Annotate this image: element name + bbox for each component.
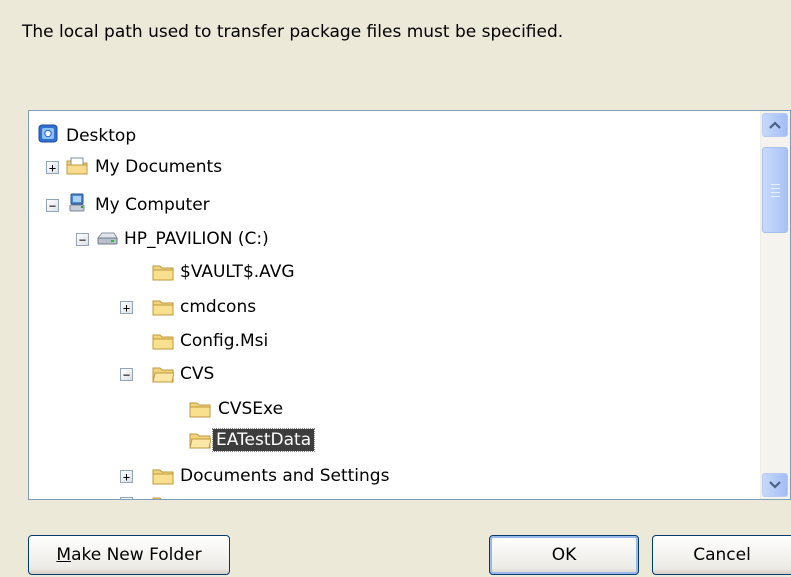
folder-icon <box>189 402 211 418</box>
computer-icon <box>69 193 85 212</box>
tree-item-vault-avg[interactable]: $VAULT$.AVG <box>29 256 759 288</box>
ok-button[interactable]: OK <box>489 535 639 575</box>
folder-icon <box>152 265 174 281</box>
folder-open-icon <box>152 367 174 383</box>
tree-item-config-msi[interactable]: Config.Msi <box>29 325 759 357</box>
tree-item-cvs[interactable]: − CVS <box>29 358 759 390</box>
tree-item-cvsexe[interactable]: CVSExe <box>29 393 759 425</box>
collapse-icon[interactable]: − <box>76 233 89 246</box>
chevron-up-icon <box>769 121 781 129</box>
folder-open-icon <box>189 433 211 449</box>
expand-icon[interactable]: + <box>120 301 133 314</box>
collapse-icon[interactable]: − <box>120 368 133 381</box>
tree-item-label-selected: EATestData <box>211 428 316 452</box>
tree-item-my-documents[interactable]: + My Documents <box>29 151 759 183</box>
tree-item-my-computer[interactable]: − My Computer <box>29 189 759 221</box>
tree-item-label: $VAULT$.AVG <box>180 262 295 282</box>
folder-icon <box>152 469 174 485</box>
folder-icon <box>152 300 174 316</box>
chevron-down-icon <box>769 481 781 489</box>
make-new-folder-label: ake New Folder <box>71 545 202 565</box>
tree-item-eatestdata[interactable]: EATestData <box>29 424 759 456</box>
folder-icon <box>152 497 162 499</box>
desktop-icon <box>38 124 58 143</box>
tree-item-label: Desktop <box>66 126 137 146</box>
tree-item-hp-pavilion-drive[interactable]: − HP_PAVILION (C:) <box>29 223 759 255</box>
tree-item-partial <box>120 493 180 499</box>
tree-item-label: My Documents <box>95 157 223 177</box>
tree-item-label: CVSExe <box>218 399 284 419</box>
expand-icon[interactable]: + <box>120 470 133 483</box>
scroll-thumb[interactable] <box>762 147 788 233</box>
vertical-scrollbar[interactable] <box>760 111 790 499</box>
drive-icon <box>96 232 118 245</box>
cancel-button[interactable]: Cancel <box>652 535 791 575</box>
scroll-down-button[interactable] <box>762 473 788 497</box>
tree-item-label: CVS <box>180 364 215 384</box>
prompt-text: The local path used to transfer package … <box>22 22 564 42</box>
tree-item-label: cmdcons <box>180 297 257 317</box>
ok-label: OK <box>551 545 577 565</box>
make-new-folder-mnemonic: M <box>56 545 72 565</box>
tree-item-label: HP_PAVILION (C:) <box>124 229 269 249</box>
expand-icon[interactable]: + <box>46 161 59 174</box>
tree-item-label: My Computer <box>95 195 210 215</box>
scroll-up-button[interactable] <box>762 113 788 137</box>
tree-item-documents-and-settings[interactable]: + Documents and Settings <box>29 460 759 492</box>
documents-folder-icon <box>66 157 88 175</box>
collapse-icon[interactable]: − <box>46 199 59 212</box>
cancel-label: Cancel <box>693 545 751 565</box>
folder-tree[interactable]: Desktop + My Documents − My Computer − H… <box>28 110 791 500</box>
tree-item-label: Config.Msi <box>180 331 269 351</box>
tree-item-desktop[interactable]: Desktop <box>29 120 759 152</box>
folder-icon <box>152 334 174 350</box>
make-new-folder-button[interactable]: Make New Folder <box>28 535 230 575</box>
tree-item-cmdcons[interactable]: + cmdcons <box>29 291 759 323</box>
tree-item-label: Documents and Settings <box>180 466 390 486</box>
